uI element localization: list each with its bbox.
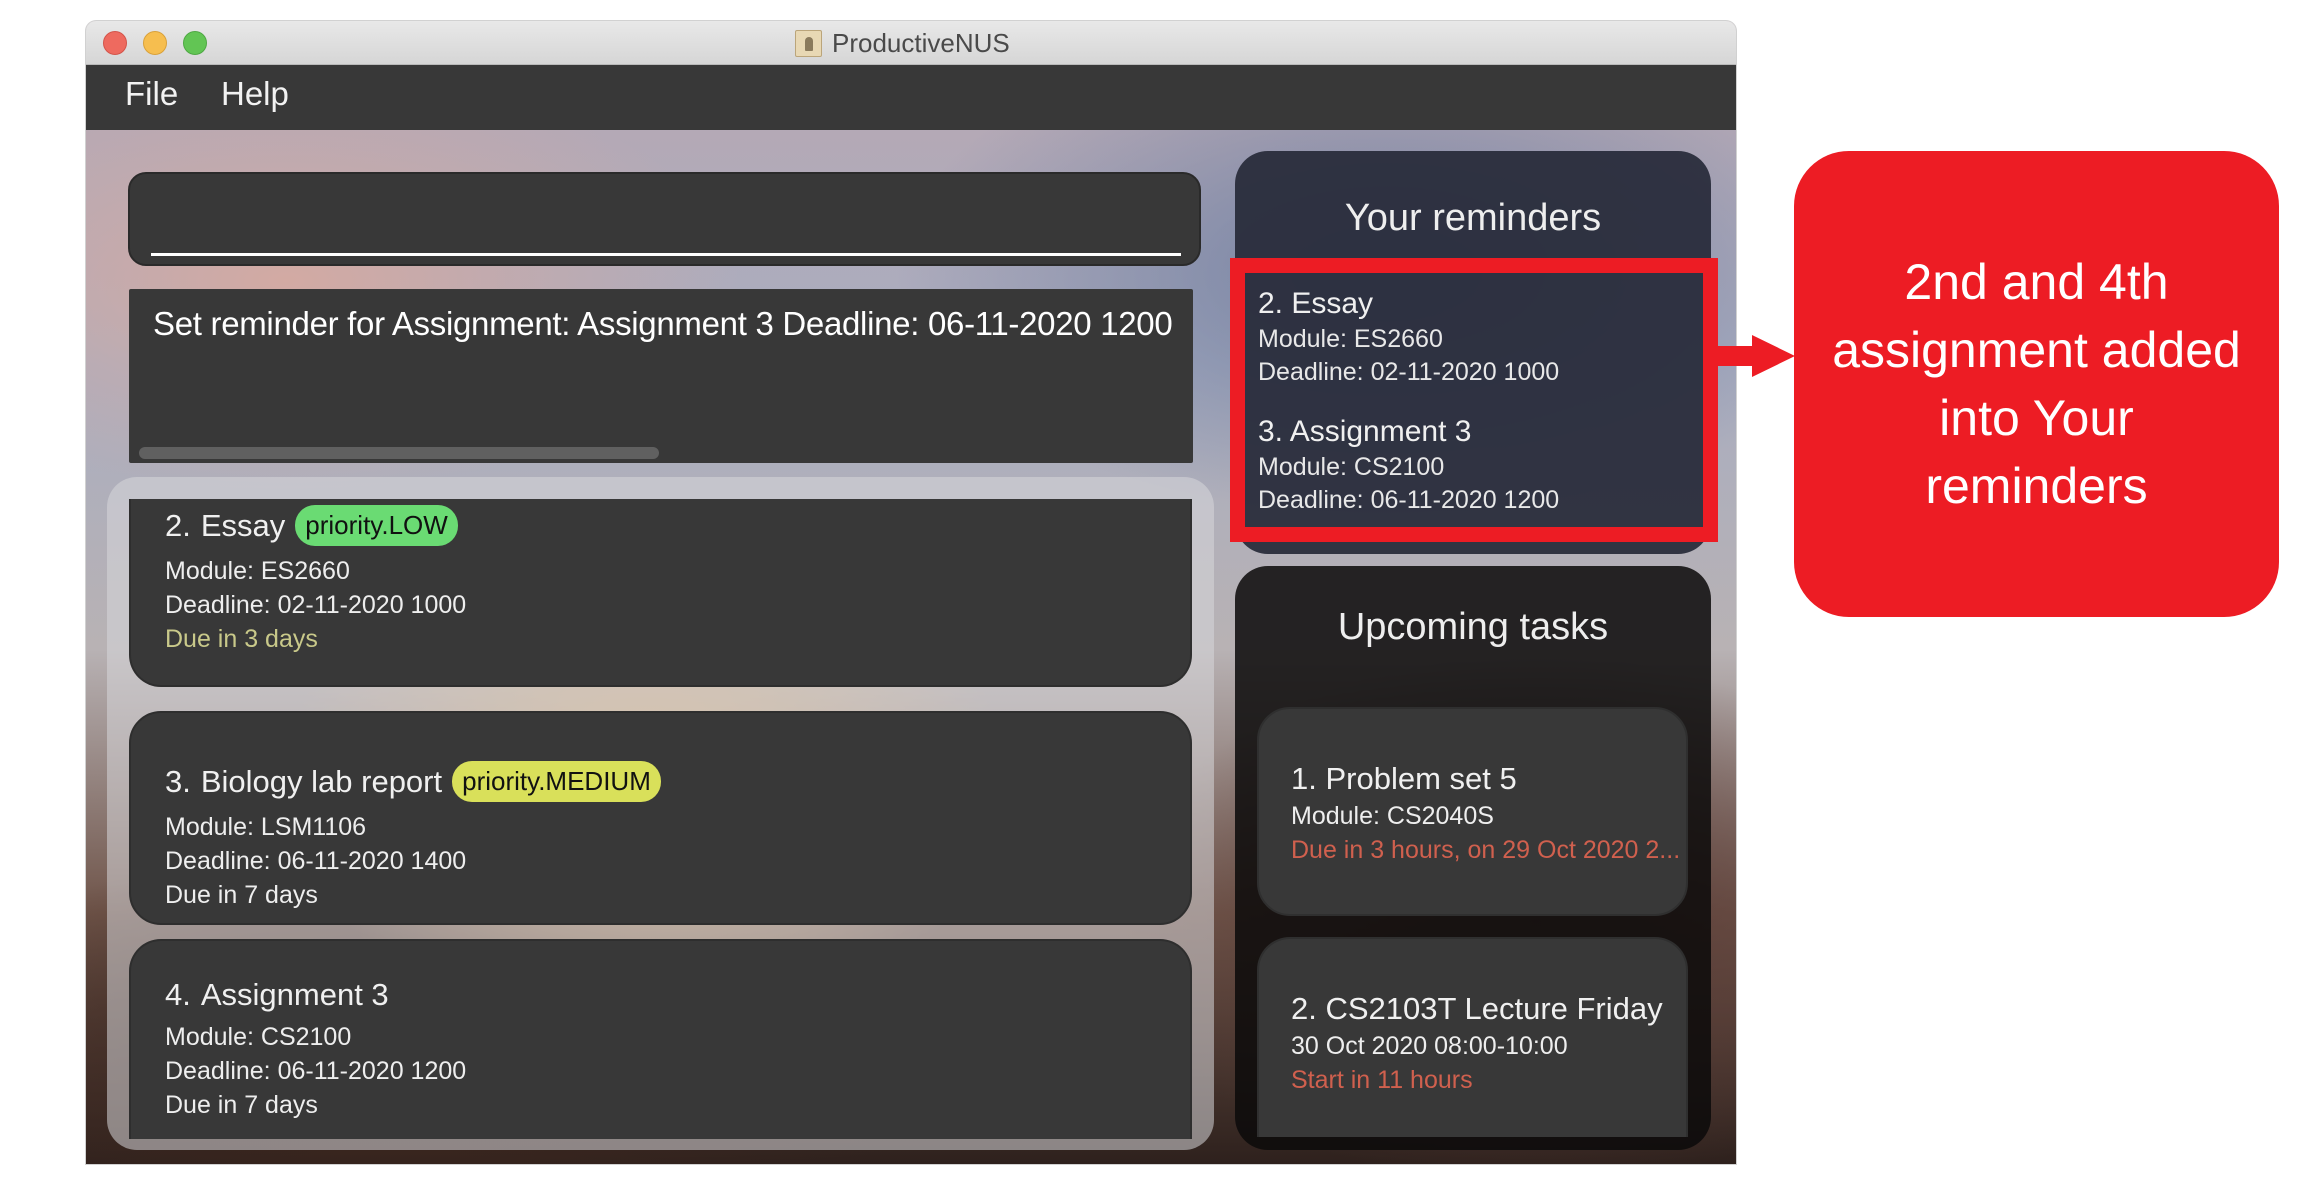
menu-file[interactable]: File: [125, 75, 178, 113]
assignment-deadline: Deadline: 02-11-2020 1000: [165, 591, 467, 619]
assignment-due: Due in 7 days: [165, 1091, 318, 1119]
assignment-title-row: 2. Essay priority.LOW: [165, 505, 458, 546]
minimize-window-button[interactable]: [143, 31, 167, 55]
assignment-title-row: 3. Biology lab report priority.MEDIUM: [165, 761, 661, 802]
annotation-arrow-icon: [1718, 335, 1795, 377]
zoom-window-button[interactable]: [183, 31, 207, 55]
task-status: Due in 3 hours, on 29 Oct 2020 2...: [1291, 836, 1681, 864]
assignment-module: Module: ES2660: [165, 557, 350, 585]
command-box: [128, 172, 1201, 266]
app-icon: [795, 29, 822, 57]
assignment-name: Essay: [200, 507, 286, 543]
app-window: ProductiveNUS File Help Set reminder for…: [86, 21, 1736, 1164]
priority-badge: priority.MEDIUM: [452, 761, 661, 802]
menu-bar: File Help: [86, 65, 1736, 130]
assignment-card[interactable]: 4. Assignment 3 Module: CS2100 Deadline:…: [129, 939, 1192, 1139]
result-display: Set reminder for Assignment: Assignment …: [129, 289, 1193, 463]
assignment-index: 2.: [165, 507, 191, 543]
window-title: ProductiveNUS: [832, 27, 1010, 58]
window-title-group: ProductiveNUS: [795, 27, 1010, 58]
assignment-due: Due in 3 days: [165, 625, 318, 653]
assignment-name: Assignment 3: [200, 977, 389, 1012]
assignment-name: Biology lab report: [200, 763, 443, 799]
assignment-title-row: 4. Assignment 3: [165, 977, 389, 1013]
menu-help[interactable]: Help: [221, 75, 289, 113]
result-message: Set reminder for Assignment: Assignment …: [153, 305, 1173, 342]
assignment-module: Module: CS2100: [165, 1023, 352, 1051]
close-window-button[interactable]: [103, 31, 127, 55]
assignment-deadline: Deadline: 06-11-2020 1200: [165, 1057, 467, 1085]
upcoming-task-card[interactable]: 1. Problem set 5 Module: CS2040S Due in …: [1257, 707, 1688, 916]
assignment-list-panel: 2. Essay priority.LOW Module: ES2660 Dea…: [107, 477, 1214, 1150]
task-detail: 30 Oct 2020 08:00-10:00: [1291, 1032, 1568, 1060]
assignment-due: Due in 7 days: [165, 881, 318, 909]
task-status: Start in 11 hours: [1291, 1066, 1473, 1094]
result-horizontal-scrollbar[interactable]: [139, 447, 659, 459]
task-title: 2. CS2103T Lecture Friday: [1291, 991, 1663, 1026]
annotation-callout: 2nd and 4th assignment added into Your r…: [1794, 151, 2279, 617]
task-title: 1. Problem set 5: [1291, 761, 1517, 796]
command-input[interactable]: [151, 186, 1181, 256]
annotation-text: 2nd and 4th assignment added into Your r…: [1832, 254, 2241, 514]
title-bar: ProductiveNUS: [86, 21, 1736, 65]
upcoming-tasks-panel: Upcoming tasks 1. Problem set 5 Module: …: [1235, 566, 1711, 1150]
assignment-deadline: Deadline: 06-11-2020 1400: [165, 847, 467, 875]
reminders-title: Your reminders: [1344, 197, 1602, 239]
assignment-card[interactable]: 3. Biology lab report priority.MEDIUM Mo…: [129, 711, 1192, 925]
assignment-module: Module: LSM1106: [165, 813, 367, 841]
upcoming-title: Upcoming tasks: [1337, 606, 1609, 648]
task-detail: Module: CS2040S: [1291, 802, 1494, 830]
priority-badge: priority.LOW: [295, 505, 458, 546]
upcoming-task-card[interactable]: 2. CS2103T Lecture Friday 30 Oct 2020 08…: [1257, 937, 1688, 1137]
assignment-index: 4.: [165, 977, 191, 1012]
annotation-highlight-box: [1230, 258, 1718, 542]
assignment-card[interactable]: 2. Essay priority.LOW Module: ES2660 Dea…: [129, 499, 1192, 687]
assignment-index: 3.: [165, 763, 191, 799]
